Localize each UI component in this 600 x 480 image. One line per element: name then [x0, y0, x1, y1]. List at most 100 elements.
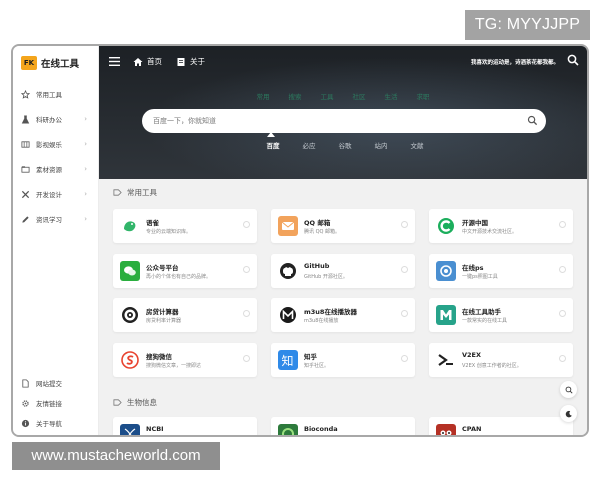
sidebar-item-research[interactable]: 科研办公 ›: [13, 107, 99, 131]
engine-tab-site[interactable]: 站内: [363, 140, 399, 150]
sidebar: FK 在线工具 常用工具 科研办公 › 影视娱乐 › 素材资源 › 开发设计 ›…: [13, 46, 99, 435]
ps-icon: [436, 261, 456, 281]
card-desc: 知乎社区。: [304, 363, 330, 369]
site-card[interactable]: NCBI: [113, 417, 257, 435]
site-card[interactable]: Bioconda: [271, 417, 415, 435]
home-icon: [133, 57, 143, 66]
card-desc: m3u8在线播放: [304, 318, 339, 324]
search-placeholder: 百度一下，你就知道: [153, 117, 216, 125]
more-icon[interactable]: [559, 266, 566, 273]
category-tab-jobs[interactable]: 求职: [407, 91, 439, 101]
card-desc: 搜狗微信文章，一搜即达: [146, 363, 202, 369]
sidebar-item-label: 资讯学习: [36, 216, 62, 224]
section-header-common-tools: 常用工具: [113, 187, 157, 198]
header-motto: 我喜欢的运动是，诗酒茶花都我都。: [470, 60, 559, 66]
app-window: FK 在线工具 常用工具 科研办公 › 影视娱乐 › 素材资源 › 开发设计 ›…: [11, 44, 589, 437]
bioconda-icon: [278, 424, 298, 435]
sidebar-item-news-learning[interactable]: 资讯学习 ›: [13, 207, 99, 231]
site-card[interactable]: V2EX V2EX 创意工作者的社区。: [429, 343, 573, 377]
engine-tab-papers[interactable]: 文献: [399, 140, 435, 150]
more-icon[interactable]: [401, 310, 408, 317]
watermark-bottom: www.mustacheworld.com: [12, 442, 220, 470]
search-icon: [565, 386, 573, 394]
card-title: 房贷计算器: [146, 308, 179, 316]
search-input[interactable]: 百度一下，你就知道: [142, 109, 546, 133]
more-icon[interactable]: [559, 310, 566, 317]
site-card[interactable]: GitHub GitHub 开源社区。: [271, 254, 415, 288]
card-title: NCBI: [146, 425, 164, 433]
category-tab-life[interactable]: 生活: [375, 91, 407, 101]
content-area: 常用工具 语雀 专业的云端知识库。 QQ 邮箱 腾讯 QQ 邮箱。 开源中国 中…: [99, 179, 587, 435]
site-card[interactable]: 在线工具助手 一款常实的在线工具: [429, 298, 573, 332]
search-engine-tabs: 百度 必应 谷歌 站内 文献: [255, 140, 435, 150]
hero-banner: 首页 关于 我喜欢的运动是，诗酒茶花都我都。 常用 搜索 工具 社区 生活 求职…: [99, 46, 587, 179]
site-card[interactable]: 在线ps 一键ps照图工具: [429, 254, 573, 288]
card-title: 在线ps: [462, 264, 484, 272]
site-card[interactable]: 搜狗微信 搜狗微信文章，一搜即达: [113, 343, 257, 377]
card-title: 知乎: [304, 353, 317, 361]
nav-about-link[interactable]: 关于: [176, 56, 205, 67]
sidebar-item-label: 科研办公: [36, 116, 62, 124]
sidebar-item-label: 常用工具: [36, 91, 62, 99]
film-icon: [20, 139, 30, 149]
site-card[interactable]: 语雀 专业的云端知识库。: [113, 209, 257, 243]
category-tab-common[interactable]: 常用: [247, 91, 279, 101]
card-title: CPAN: [462, 425, 482, 433]
card-title: GitHub: [304, 262, 330, 270]
engine-tab-bing[interactable]: 必应: [291, 140, 327, 150]
site-logo[interactable]: FK 在线工具: [21, 56, 79, 70]
site-card[interactable]: CPAN: [429, 417, 573, 435]
site-card[interactable]: 知 知乎 知乎社区。: [271, 343, 415, 377]
sidebar-item-resources[interactable]: 素材资源 ›: [13, 157, 99, 181]
menu-icon[interactable]: [109, 57, 120, 66]
sogou-icon: [120, 350, 140, 370]
site-card[interactable]: QQ 邮箱 腾讯 QQ 邮箱。: [271, 209, 415, 243]
category-tab-tools[interactable]: 工具: [311, 91, 343, 101]
nav-home-link[interactable]: 首页: [133, 56, 162, 67]
card-desc: 一款常实的在线工具: [462, 318, 508, 324]
yuque-icon: [120, 216, 140, 236]
more-icon[interactable]: [243, 355, 250, 362]
search-submit-icon[interactable]: [527, 115, 538, 126]
sidebar-item-label: 影视娱乐: [36, 141, 62, 149]
engine-tab-baidu[interactable]: 百度: [255, 140, 291, 150]
card-title: 搜狗微信: [146, 353, 172, 361]
target-icon: [120, 305, 140, 325]
wechat-icon: [120, 261, 140, 281]
section-title: 常用工具: [127, 188, 157, 197]
sidebar-item-entertainment[interactable]: 影视娱乐 ›: [13, 132, 99, 156]
chevron-right-icon: ›: [84, 215, 87, 223]
more-icon[interactable]: [243, 310, 250, 317]
search-icon[interactable]: [567, 54, 579, 66]
sidebar-item-common-tools[interactable]: 常用工具: [13, 82, 99, 106]
more-icon[interactable]: [401, 266, 408, 273]
float-theme-button[interactable]: [560, 405, 577, 422]
sidebar-item-label: 友情链接: [36, 400, 62, 408]
more-icon[interactable]: [401, 221, 408, 228]
more-icon[interactable]: [559, 221, 566, 228]
float-search-button[interactable]: [560, 381, 577, 398]
sidebar-item-label: 素材资源: [36, 166, 62, 174]
more-icon[interactable]: [559, 355, 566, 362]
sidebar-item-about-nav[interactable]: 关于导航: [13, 411, 99, 435]
site-card[interactable]: 公众号平台 再小的个体也有自己的品牌。: [113, 254, 257, 288]
chevron-right-icon: ›: [84, 190, 87, 198]
engine-tab-google[interactable]: 谷歌: [327, 140, 363, 150]
screenshot-stage: TG: MYYJJPP FK 在线工具 常用工具 科研办公 › 影视娱乐 › 素…: [0, 0, 600, 480]
more-icon[interactable]: [401, 355, 408, 362]
card-desc: 一键ps照图工具: [462, 274, 498, 280]
star-icon: [20, 89, 30, 99]
site-card[interactable]: m3u8在线播放器 m3u8在线播放: [271, 298, 415, 332]
site-card[interactable]: 房贷计算器 房贷利率计算器: [113, 298, 257, 332]
more-icon[interactable]: [243, 266, 250, 273]
sidebar-item-dev-design[interactable]: 开发设计 ›: [13, 182, 99, 206]
watermark-top: TG: MYYJJPP: [465, 10, 590, 40]
category-tab-search[interactable]: 搜索: [279, 91, 311, 101]
site-card[interactable]: 开源中国 中文开源技术交流社区。: [429, 209, 573, 243]
category-tab-community[interactable]: 社区: [343, 91, 375, 101]
more-icon[interactable]: [243, 221, 250, 228]
logo-badge: FK: [21, 56, 37, 70]
ncbi-icon: [120, 424, 140, 435]
folder-icon: [20, 164, 30, 174]
sidebar-item-label: 关于导航: [36, 420, 62, 428]
